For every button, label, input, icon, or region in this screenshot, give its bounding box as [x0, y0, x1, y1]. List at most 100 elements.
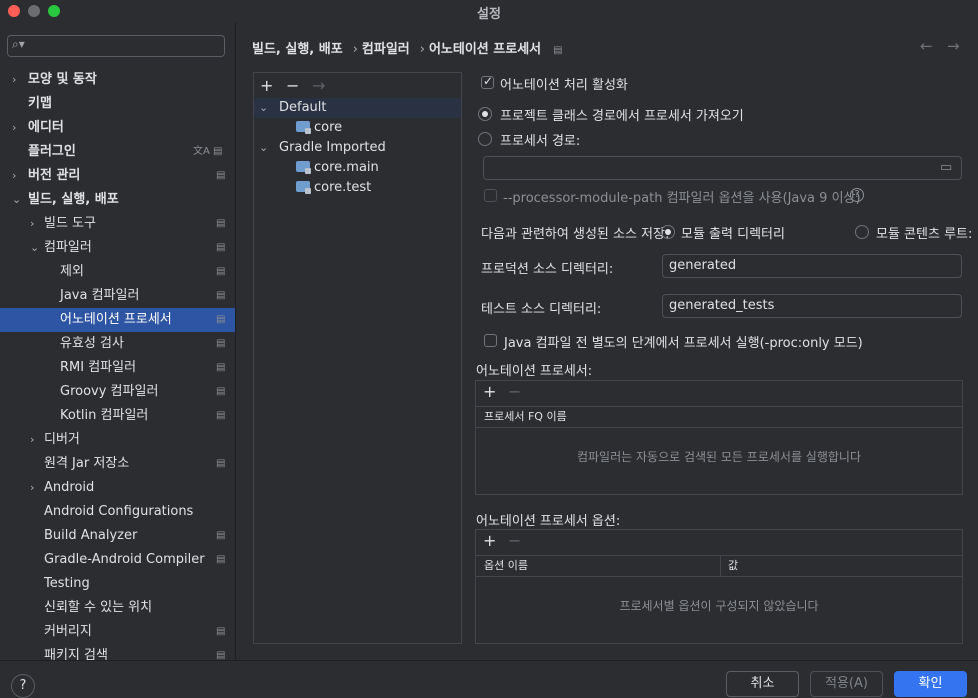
project-level-icon: ▤: [216, 218, 226, 229]
options-table-header[interactable]: 옵션 이름 값: [476, 555, 962, 577]
sidebar-item[interactable]: › Android: [0, 476, 235, 500]
obtain-from-classpath-radio[interactable]: [478, 107, 492, 121]
module-content-root-radio[interactable]: [855, 225, 869, 239]
sidebar-item-label: Testing: [44, 576, 90, 591]
sidebar-item-label: 빌드, 실행, 배포: [28, 192, 119, 207]
chevron-down-icon[interactable]: ⌄: [30, 236, 39, 260]
sidebar-item-label: Gradle-Android Compiler: [44, 552, 205, 567]
ok-button[interactable]: 확인: [894, 671, 967, 697]
breadcrumb-item-build[interactable]: 빌드, 실행, 배포: [252, 42, 343, 57]
sidebar-item[interactable]: Android Configurations: [0, 500, 235, 524]
help-icon[interactable]: ?: [850, 188, 864, 202]
profile-gradle-imported[interactable]: ⌄ Gradle Imported: [254, 138, 461, 158]
profile-default[interactable]: ⌄ Default: [254, 98, 461, 118]
module-label: core.test: [314, 180, 372, 195]
chevron-right-icon[interactable]: ›: [12, 116, 16, 140]
chevron-right-icon[interactable]: ›: [12, 68, 16, 92]
settings-search-input[interactable]: ⌕▾: [7, 35, 225, 57]
processors-table-header[interactable]: 프로세서 FQ 이름: [476, 406, 962, 428]
sidebar-item[interactable]: Java 컴파일러 ▤: [0, 284, 235, 308]
module-output-dir-label: 모듈 출력 디렉터리: [681, 227, 785, 242]
chevron-right-icon[interactable]: ›: [12, 164, 16, 188]
apply-button[interactable]: 적용(A): [810, 671, 883, 697]
sidebar-item[interactable]: 키맵: [0, 92, 235, 116]
sidebar-item-label: 에디터: [28, 120, 64, 135]
profile-module-core[interactable]: core: [254, 118, 461, 138]
production-dir-input[interactable]: generated: [662, 254, 962, 278]
module-folder-icon: [296, 181, 311, 194]
help-button[interactable]: ?: [11, 674, 35, 698]
profile-label: Gradle Imported: [279, 140, 386, 155]
sidebar-item[interactable]: › 디버거: [0, 428, 235, 452]
column-header-value[interactable]: 값: [728, 556, 738, 576]
profile-module-core-main[interactable]: core.main: [254, 158, 461, 178]
sidebar-item[interactable]: 유효성 검사 ▤: [0, 332, 235, 356]
project-level-icon: ▤: [216, 410, 226, 421]
sidebar-item-label: 컴파일러: [44, 240, 92, 255]
forward-arrow-icon[interactable]: →: [947, 37, 960, 55]
sidebar-item[interactable]: Kotlin 컴파일러 ▤: [0, 404, 235, 428]
enable-annotation-processing-checkbox[interactable]: [481, 74, 494, 89]
sidebar-item[interactable]: Groovy 컴파일러 ▤: [0, 380, 235, 404]
processor-module-path-label: --processor-module-path 컴파일러 옵션을 사용(Java…: [503, 191, 861, 206]
add-option-button[interactable]: +: [483, 531, 496, 550]
sidebar-item[interactable]: RMI 컴파일러 ▤: [0, 356, 235, 380]
remove-profile-button[interactable]: −: [286, 76, 299, 95]
chevron-down-icon[interactable]: ⌄: [259, 98, 268, 118]
sidebar-item[interactable]: Build Analyzer ▤: [0, 524, 235, 548]
column-header-fq-name[interactable]: 프로세서 FQ 이름: [484, 407, 567, 427]
profile-module-core-test[interactable]: core.test: [254, 178, 461, 198]
browse-folder-icon[interactable]: ▭: [940, 160, 952, 175]
chevron-right-icon[interactable]: ›: [30, 476, 34, 500]
chevron-right-icon[interactable]: ›: [30, 212, 34, 236]
chevron-right-icon[interactable]: ›: [30, 428, 34, 452]
sidebar-item[interactable]: › 모양 및 동작: [0, 68, 235, 92]
column-header-option-name[interactable]: 옵션 이름: [484, 556, 528, 576]
sidebar-item[interactable]: › 에디터: [0, 116, 235, 140]
remove-processor-button[interactable]: −: [508, 382, 521, 401]
sidebar-item[interactable]: 신뢰할 수 있는 위치: [0, 596, 235, 620]
sidebar-item[interactable]: 원격 Jar 저장소 ▤: [0, 452, 235, 476]
remove-option-button[interactable]: −: [508, 531, 521, 550]
sidebar-item[interactable]: ⌄ 컴파일러 ▤: [0, 236, 235, 260]
sidebar-item-label: RMI 컴파일러: [60, 360, 137, 375]
back-arrow-icon[interactable]: ←: [920, 37, 933, 55]
test-dir-input[interactable]: generated_tests: [662, 294, 962, 318]
chevron-down-icon[interactable]: ⌄: [12, 188, 21, 212]
project-level-icon: ▤: [216, 170, 226, 181]
sidebar-item-label: 빌드 도구: [44, 216, 96, 231]
module-output-dir-radio[interactable]: [661, 225, 675, 239]
sidebar-item[interactable]: › 버전 관리 ▤: [0, 164, 235, 188]
add-profile-button[interactable]: +: [260, 76, 273, 95]
breadcrumb-item-compiler[interactable]: 컴파일러: [362, 42, 410, 57]
sidebar-item[interactable]: Gradle-Android Compiler ▤: [0, 548, 235, 572]
separate-step-label: Java 컴파일 전 별도의 단계에서 프로세서 실행(-proc:only 모…: [504, 336, 863, 351]
obtain-from-classpath-label: 프로젝트 클래스 경로에서 프로세서 가져오기: [500, 109, 744, 124]
module-folder-icon: [296, 161, 311, 174]
sidebar-item[interactable]: 제외 ▤: [0, 260, 235, 284]
add-processor-button[interactable]: +: [483, 382, 496, 401]
sidebar-item[interactable]: 커버리지 ▤: [0, 620, 235, 644]
project-level-icon: ▤: [553, 45, 563, 56]
chevron-down-icon[interactable]: ⌄: [259, 138, 268, 158]
sidebar-item[interactable]: 어노테이션 프로세서 ▤: [0, 308, 235, 332]
processor-path-field[interactable]: [483, 156, 962, 180]
project-level-icon: ▤: [216, 290, 226, 301]
sidebar-item[interactable]: › 빌드 도구 ▤: [0, 212, 235, 236]
test-dir-label: 테스트 소스 디렉터리:: [481, 302, 602, 317]
sidebar-item[interactable]: ⌄ 빌드, 실행, 배포: [0, 188, 235, 212]
sidebar-item-label: Build Analyzer: [44, 528, 138, 543]
sidebar-item[interactable]: Testing: [0, 572, 235, 596]
separate-step-checkbox[interactable]: [484, 334, 497, 347]
processor-module-path-checkbox[interactable]: [484, 189, 497, 202]
cancel-button[interactable]: 취소: [726, 671, 799, 697]
sidebar-item[interactable]: 플러그인 文A ▤: [0, 140, 235, 164]
sidebar-item-label: 커버리지: [44, 624, 92, 639]
column-divider[interactable]: [720, 556, 721, 576]
sidebar-item-label: 디버거: [44, 432, 80, 447]
sidebar-divider[interactable]: [235, 22, 236, 660]
module-label: core: [314, 120, 343, 135]
move-to-profile-button[interactable]: →: [312, 76, 325, 95]
project-level-icon: ▤: [216, 554, 226, 565]
processor-path-radio[interactable]: [478, 132, 492, 146]
